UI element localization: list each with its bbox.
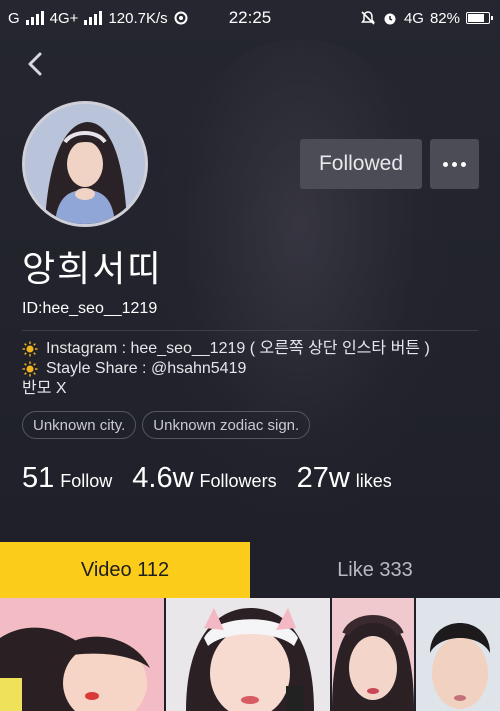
- profile-stats: 51 Follow 4.6w Followers 27w likes: [22, 462, 412, 495]
- video-thumbnail[interactable]: [332, 598, 414, 711]
- followed-button[interactable]: Followed: [300, 139, 422, 189]
- video-thumbnail[interactable]: [166, 598, 330, 711]
- bio-note: 반모 X: [22, 380, 67, 397]
- cover-image: [150, 40, 450, 510]
- sun-icon: [22, 361, 38, 377]
- bio-instagram: Instagram : hee_seo__1219 ( 오른쪽 상단 인스타 버…: [46, 340, 430, 357]
- more-icon: [443, 161, 448, 167]
- video-thumbnail[interactable]: [0, 598, 164, 711]
- bio: Instagram : hee_seo__1219 ( 오른쪽 상단 인스타 버…: [22, 339, 430, 399]
- video-thumbnail-image: [166, 598, 330, 711]
- avatar[interactable]: [22, 101, 148, 227]
- bio-line: 반모 X: [22, 379, 430, 399]
- video-thumbnail-image: [332, 598, 414, 711]
- mute-icon: [360, 11, 375, 25]
- bio-line: Stayle Share : @hsahn5419: [22, 359, 430, 379]
- status-bar: G 4G+ 120.7K/s 22:25 4G 82%: [0, 0, 500, 36]
- username: 앙희서띠: [22, 249, 163, 290]
- back-icon: [28, 52, 42, 76]
- likes-count: 27w: [296, 462, 350, 494]
- battery-icon: [466, 12, 493, 24]
- avatar-image: [25, 104, 145, 224]
- content-tabs: Video 112 Like 333: [0, 542, 500, 598]
- network-badge: 4G: [403, 9, 424, 27]
- likes-label: likes: [355, 471, 392, 491]
- alarm-icon: [384, 13, 396, 25]
- user-id: ID:hee_seo__1219: [22, 300, 158, 317]
- tag-city: Unknown city.: [22, 411, 137, 439]
- followers-label[interactable]: Followers: [200, 471, 277, 492]
- video-thumbnail-image: [416, 598, 500, 711]
- tab-like[interactable]: Like 333: [250, 542, 500, 598]
- bio-stayle-share: Stayle Share : @hsahn5419: [46, 360, 247, 377]
- follow-label[interactable]: Follow: [60, 471, 112, 492]
- video-thumbnail[interactable]: [416, 598, 500, 711]
- profile-tags: Unknown city. Unknown zodiac sign.: [22, 411, 311, 439]
- profile-screen: G 4G+ 120.7K/s 22:25 4G 82% Followed 앙희서…: [0, 0, 500, 711]
- bio-line: Instagram : hee_seo__1219 ( 오른쪽 상단 인스타 버…: [22, 339, 430, 359]
- followers-count[interactable]: 4.6w: [132, 462, 193, 495]
- follow-count[interactable]: 51: [22, 462, 54, 495]
- more-button[interactable]: [430, 139, 479, 189]
- sun-icon: [22, 341, 38, 357]
- back-button[interactable]: [22, 50, 50, 78]
- battery-percent: 82%: [429, 9, 460, 27]
- tab-video[interactable]: Video 112: [0, 542, 250, 598]
- video-thumbnail-image: [0, 598, 164, 711]
- divider: [22, 330, 478, 331]
- tag-zodiac: Unknown zodiac sign.: [142, 411, 311, 439]
- video-grid: [0, 598, 500, 711]
